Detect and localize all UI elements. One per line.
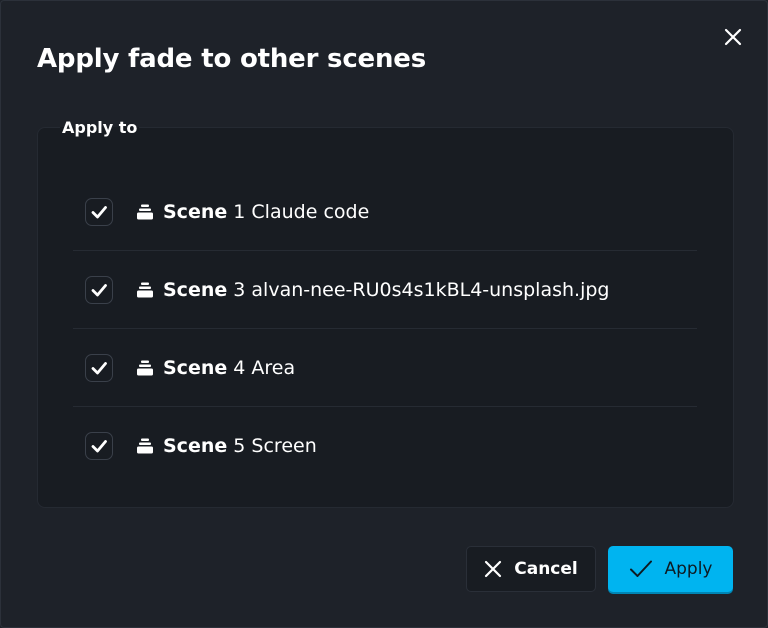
- scene-checkbox[interactable]: [85, 275, 113, 304]
- stack-icon: [136, 281, 154, 299]
- apply-button[interactable]: Apply: [608, 546, 733, 592]
- checkmark-icon: [91, 283, 107, 296]
- apply-label: Apply: [664, 559, 713, 579]
- scene-label: Scene 5 Screen: [163, 435, 317, 457]
- checkmark-icon: [91, 440, 107, 453]
- apply-fade-dialog: Apply fade to other scenes Apply to Scen…: [0, 0, 768, 628]
- x-icon: [484, 560, 502, 578]
- close-icon: [724, 28, 742, 46]
- scene-label: Scene 4 Area: [163, 356, 296, 379]
- dialog-title: Apply fade to other scenes: [37, 44, 427, 74]
- scene-label: Scene 1 Claude code: [163, 200, 370, 223]
- checkmark-icon: [91, 205, 107, 218]
- scene-row[interactable]: Scene 1 Claude code: [73, 173, 697, 251]
- stack-icon: [136, 203, 154, 221]
- cancel-label: Cancel: [514, 559, 578, 579]
- scene-row[interactable]: Scene 4 Area: [73, 329, 697, 407]
- scene-checkbox[interactable]: [85, 432, 113, 460]
- section-legend: Apply to: [60, 117, 140, 139]
- stack-icon: [136, 359, 154, 377]
- stack-icon: [136, 437, 154, 455]
- checkmark-icon: [91, 361, 107, 374]
- scene-row[interactable]: Scene 3 alvan-nee-RU0s4s1kBL4-unsplash.j…: [73, 251, 697, 329]
- scene-list: Scene 1 Claude code Scene 3 alvan-nee-RU…: [73, 173, 697, 485]
- scene-checkbox[interactable]: [85, 197, 113, 226]
- scene-label: Scene 3 alvan-nee-RU0s4s1kBL4-unsplash.j…: [163, 278, 610, 301]
- cancel-button[interactable]: Cancel: [466, 546, 596, 592]
- scene-row[interactable]: Scene 5 Screen: [73, 407, 697, 485]
- checkmark-icon: [629, 558, 653, 580]
- scene-checkbox[interactable]: [85, 353, 113, 382]
- close-button[interactable]: [719, 23, 747, 51]
